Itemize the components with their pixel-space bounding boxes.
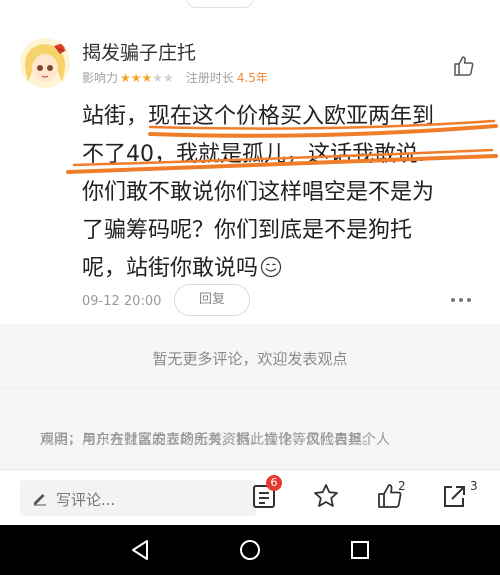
star-icon: ★★★: [120, 71, 153, 85]
star-favorite-icon[interactable]: [312, 482, 340, 510]
comment-line: 你们敢不敢说你们这样唱空是不是为: [82, 180, 435, 205]
comment-line: 了骗筹码呢？你们到底是不是狗托: [82, 218, 413, 243]
smile-emoji-icon: [260, 256, 282, 278]
influence-label: 影响力: [82, 71, 119, 85]
avatar[interactable]: [20, 38, 70, 88]
previous-element-edge: [186, 0, 254, 8]
username[interactable]: 揭发骗子庄托: [82, 38, 196, 65]
comments-badge: 6: [266, 475, 282, 491]
bottom-action-bar: 写评论... 6 2 3: [0, 469, 500, 526]
comment-line: 呢，站街你敢说吗: [82, 250, 482, 288]
register-value: 4.5年: [236, 71, 268, 85]
write-comment-placeholder: 写评论...: [56, 491, 116, 509]
comment-line: 站街，现在这个价格买入欧亚两年到: [82, 104, 435, 129]
disclaimer-line: 观点，与东方财富的立场无关。据此操作，风险自担。: [40, 432, 376, 448]
influence-stars: ★★★★★: [120, 71, 174, 85]
recents-square-icon[interactable]: [348, 538, 372, 562]
reply-button[interactable]: 回复: [174, 284, 250, 316]
no-more-comments: 暂无更多评论，欢迎发表观点: [0, 324, 500, 388]
more-dots-icon[interactable]: [450, 296, 472, 304]
like-count: 2: [398, 479, 406, 493]
write-comment-input[interactable]: 写评论...: [20, 480, 256, 516]
android-nav-bar: [0, 525, 500, 575]
star-empty-icon: ★★: [152, 71, 174, 85]
share-icon[interactable]: [440, 482, 468, 510]
disclaimer: 声明：用户在社区发表的所有资料、言论等仅代表其个人 观点，与东方财富的立场无关。…: [0, 388, 500, 469]
comment-line: 不了40，我就是孤儿，这话我敢说.: [82, 142, 425, 167]
thumbs-up-icon[interactable]: [452, 54, 476, 78]
home-circle-icon[interactable]: [238, 538, 262, 562]
no-more-text: 暂无更多评论，欢迎发表观点: [152, 350, 348, 368]
back-triangle-icon[interactable]: [128, 538, 152, 562]
comment-card: 揭发骗子庄托 影响力 ★★★★★ 注册时长 4.5年 站街，现在这个价格买入欧亚两年到…: [0, 8, 500, 324]
comment-line-text: 呢，站街你敢说吗: [82, 256, 259, 281]
comment-time: 09-12 20:00: [82, 294, 162, 309]
top-sliver: [0, 0, 500, 8]
share-count: 3: [470, 479, 478, 493]
pencil-icon: [34, 494, 46, 506]
register-label: 注册时长: [185, 71, 234, 85]
comment-body: 站街，现在这个价格买入欧亚两年到 不了40，我就是孤儿，这话我敢说. 你们敢不敢…: [82, 98, 482, 288]
user-meta: 影响力 ★★★★★ 注册时长 4.5年: [82, 69, 268, 86]
